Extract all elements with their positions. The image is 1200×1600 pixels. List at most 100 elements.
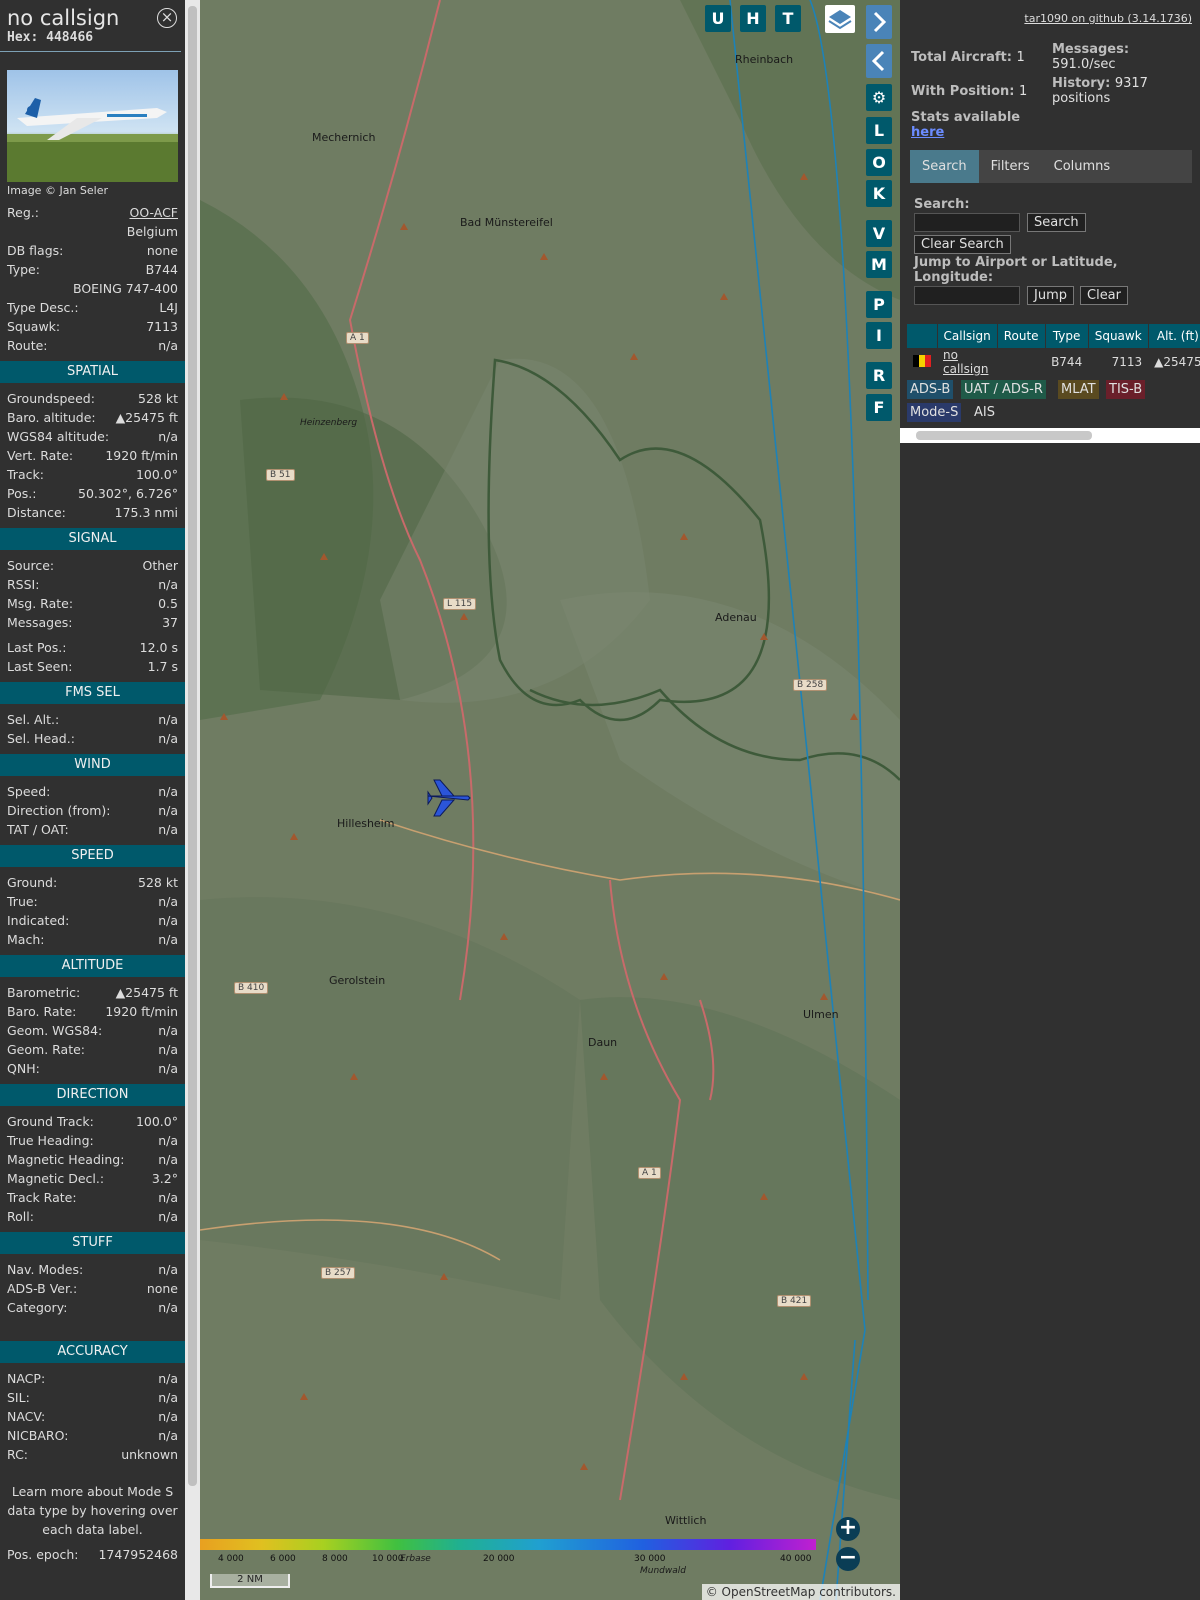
tab-search[interactable]: Search (910, 150, 979, 183)
detail-value: n/a (158, 712, 178, 727)
info-row: Squawk: 7113 (0, 317, 185, 336)
detail-label[interactable]: Sel. Head.: (7, 729, 75, 748)
detail-label[interactable]: Category: (7, 1298, 67, 1317)
col-flag[interactable] (907, 324, 938, 348)
section-header: SPATIAL (0, 361, 185, 383)
detail-label[interactable]: Last Seen: (7, 657, 72, 676)
detail-label[interactable]: Nav. Modes: (7, 1260, 83, 1279)
col-route[interactable]: Route (997, 324, 1046, 348)
detail-label[interactable]: Barometric: (7, 983, 80, 1002)
collapse-sidebar-icon[interactable] (866, 44, 892, 78)
clear-jump-button[interactable]: Clear (1080, 286, 1128, 305)
detail-label[interactable]: RSSI: (7, 575, 39, 594)
osm-attribution[interactable]: © OpenStreetMap contributors. (701, 1584, 900, 1600)
detail-label[interactable]: WGS84 altitude: (7, 427, 109, 446)
detail-label[interactable]: Direction (from): (7, 801, 111, 820)
map-btn-v[interactable]: V (866, 220, 892, 247)
sidebar-scrollbar[interactable] (185, 0, 200, 1600)
aircraft-photo[interactable] (7, 70, 178, 182)
row-callsign[interactable]: no callsign (937, 348, 997, 376)
tab-filters[interactable]: Filters (979, 150, 1042, 183)
detail-label[interactable]: ADS-B Ver.: (7, 1279, 77, 1298)
clear-search-button[interactable]: Clear Search (914, 235, 1011, 254)
col-type[interactable]: Type (1045, 324, 1089, 348)
map-btn-i[interactable]: I (866, 322, 892, 349)
col-callsign[interactable]: Callsign (937, 324, 998, 348)
close-icon[interactable]: × (157, 8, 177, 28)
map-btn-r[interactable]: R (866, 362, 892, 389)
search-button[interactable]: Search (1027, 213, 1086, 232)
detail-label[interactable]: Magnetic Heading: (7, 1150, 124, 1169)
detail-label[interactable]: Track Rate: (7, 1188, 77, 1207)
detail-label[interactable]: Source: (7, 556, 54, 575)
detail-label[interactable]: Pos.: (7, 484, 36, 503)
detail-label[interactable]: NACV: (7, 1407, 45, 1426)
detail-label[interactable]: Messages: (7, 613, 73, 632)
zoom-in-icon[interactable]: + (836, 1517, 860, 1541)
map-btn-u[interactable]: U (705, 5, 731, 32)
row-type: B744 (1051, 355, 1083, 369)
detail-label[interactable]: Baro. Rate: (7, 1002, 76, 1021)
col-altitude[interactable]: Alt. (ft) (1148, 324, 1200, 348)
map-btn-p[interactable]: P (866, 291, 892, 318)
history-stat: History: 9317 positions (1052, 76, 1148, 106)
search-input[interactable] (914, 213, 1020, 232)
detail-label[interactable]: Baro. altitude: (7, 408, 96, 427)
info-value: L4J (159, 300, 178, 315)
detail-row: Last Pos.: 12.0 s (0, 638, 185, 657)
github-link[interactable]: tar1090 on github (3.14.1736) (1024, 12, 1192, 25)
expand-sidebar-icon[interactable] (866, 5, 892, 39)
detail-row: Distance: 175.3 nmi (0, 503, 185, 522)
col-squawk[interactable]: Squawk (1088, 324, 1149, 348)
detail-label[interactable]: Distance: (7, 503, 66, 522)
detail-label[interactable]: Magnetic Decl.: (7, 1169, 104, 1188)
detail-label[interactable]: RC: (7, 1445, 28, 1464)
table-horizontal-scrollbar[interactable] (900, 428, 1200, 443)
detail-label[interactable]: Speed: (7, 782, 50, 801)
detail-label[interactable]: Sel. Alt.: (7, 710, 59, 729)
stats-available-text: Stats available here (911, 110, 1021, 140)
section-header: DIRECTION (0, 1084, 185, 1106)
detail-label[interactable]: TAT / OAT: (7, 820, 69, 839)
detail-row: Geom. WGS84: n/a (0, 1021, 185, 1040)
detail-label[interactable]: Msg. Rate: (7, 594, 73, 613)
learn-more-text: Learn more about Mode S data type by hov… (7, 1484, 178, 1537)
detail-label[interactable]: QNH: (7, 1059, 40, 1078)
layers-icon[interactable] (825, 5, 855, 33)
detail-label[interactable]: NICBARO: (7, 1426, 68, 1445)
tab-columns[interactable]: Columns (1042, 150, 1123, 183)
detail-label[interactable]: Mach: (7, 930, 44, 949)
detail-label[interactable]: True Heading: (7, 1131, 94, 1150)
detail-label[interactable]: Track: (7, 465, 44, 484)
detail-label[interactable]: SIL: (7, 1388, 30, 1407)
detail-label[interactable]: Groundspeed: (7, 389, 95, 408)
detail-label[interactable]: Ground Track: (7, 1112, 94, 1131)
detail-label[interactable]: Ground: (7, 873, 57, 892)
detail-row: Mach: n/a (0, 930, 185, 949)
table-row[interactable]: no callsign B744 7113 ▲25475 (907, 348, 1200, 376)
map-btn-h[interactable]: H (740, 5, 766, 32)
detail-label[interactable]: Vert. Rate: (7, 446, 73, 465)
map-btn-f[interactable]: F (866, 394, 892, 421)
zoom-out-icon[interactable]: − (836, 1547, 860, 1571)
jump-input[interactable] (914, 286, 1020, 305)
detail-label[interactable]: Geom. WGS84: (7, 1021, 102, 1040)
detail-label[interactable]: Last Pos.: (7, 638, 66, 657)
detail-label[interactable]: NACP: (7, 1369, 45, 1388)
map-btn-l[interactable]: L (866, 117, 892, 144)
map-btn-t[interactable]: T (775, 5, 801, 32)
detail-label[interactable]: Roll: (7, 1207, 34, 1226)
stats-here-link[interactable]: here (911, 125, 1020, 140)
section-header: FMS SEL (0, 682, 185, 704)
total-aircraft-stat: Total Aircraft: 1 (911, 50, 1025, 65)
map-btn-m[interactable]: M (866, 251, 892, 278)
detail-label[interactable]: Geom. Rate: (7, 1040, 85, 1059)
map-btn-o[interactable]: O (866, 149, 892, 176)
detail-label[interactable]: True: (7, 892, 38, 911)
map-view[interactable]: Rheinbach Mechernich Bad Münstereifel He… (200, 0, 900, 1600)
map-btn-k[interactable]: K (866, 180, 892, 207)
settings-gear-icon[interactable]: ⚙ (866, 84, 892, 111)
registration-link[interactable]: OO-ACF (129, 203, 178, 222)
jump-button[interactable]: Jump (1027, 286, 1074, 305)
detail-label[interactable]: Indicated: (7, 911, 69, 930)
